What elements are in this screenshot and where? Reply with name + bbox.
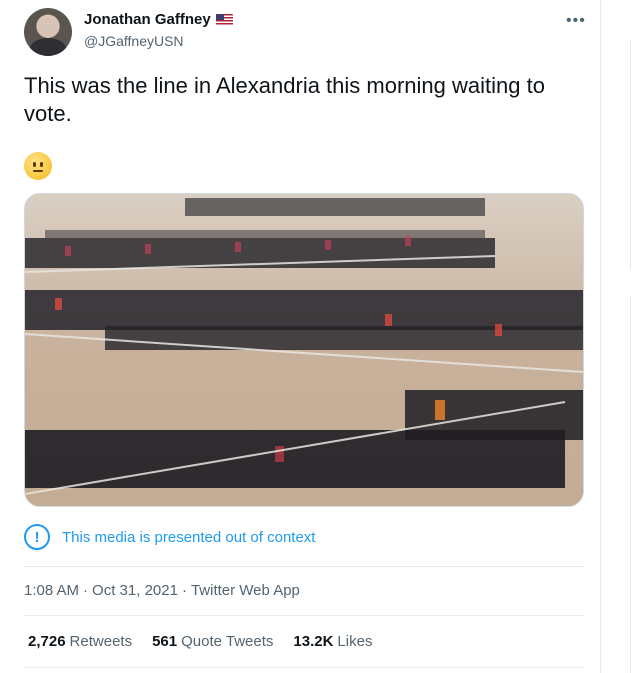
more-horizontal-icon[interactable]: ••• [566,12,586,30]
quote-tweets-stat[interactable]: 561 Quote Tweets [152,633,273,650]
quote-tweets-count: 561 [152,633,178,650]
retweets-stat[interactable]: 2,726 Retweets [28,633,132,650]
exclamation-circle-icon: ! [24,524,50,550]
meta-separator: · [83,582,89,599]
divider [24,667,584,668]
author-handle[interactable]: @JGaffneyUSN [84,33,184,49]
meta-separator: · [181,582,187,599]
retweets-count: 2,726 [28,633,66,650]
tweet-meta: 1:08 AM · Oct 31, 2021 · Twitter Web App [24,582,300,599]
tweet-source[interactable]: Twitter Web App [191,582,300,599]
likes-stat[interactable]: 13.2K Likes [293,633,372,650]
retweets-label: Retweets [69,633,133,650]
queue-photo [25,194,583,506]
author-name-row: Jonathan Gaffney [84,11,233,28]
context-notice[interactable]: ! This media is presented out of context [24,524,315,550]
tweet-date[interactable]: Oct 31, 2021 [92,582,178,599]
divider [24,615,584,616]
neutral-face-emoji-icon [24,152,52,180]
quote-tweets-label: Quote Tweets [181,633,274,650]
right-column-border [630,296,631,673]
tweet-container: Jonathan Gaffney @JGaffneyUSN ••• This w… [0,0,601,673]
tweet-time[interactable]: 1:08 AM [24,582,79,599]
likes-count: 13.2K [293,633,334,650]
avatar[interactable] [24,8,72,56]
divider [24,566,584,567]
right-column-border [630,40,631,270]
tweet-stats: 2,726 Retweets 561 Quote Tweets 13.2K Li… [28,633,372,650]
us-flag-icon [215,14,233,25]
tweet-text: This was the line in Alexandria this mor… [24,73,545,126]
author-display-name[interactable]: Jonathan Gaffney [84,11,211,28]
likes-label: Likes [337,633,373,650]
tweet-media-photo[interactable] [24,193,584,507]
context-notice-text[interactable]: This media is presented out of context [62,529,315,546]
